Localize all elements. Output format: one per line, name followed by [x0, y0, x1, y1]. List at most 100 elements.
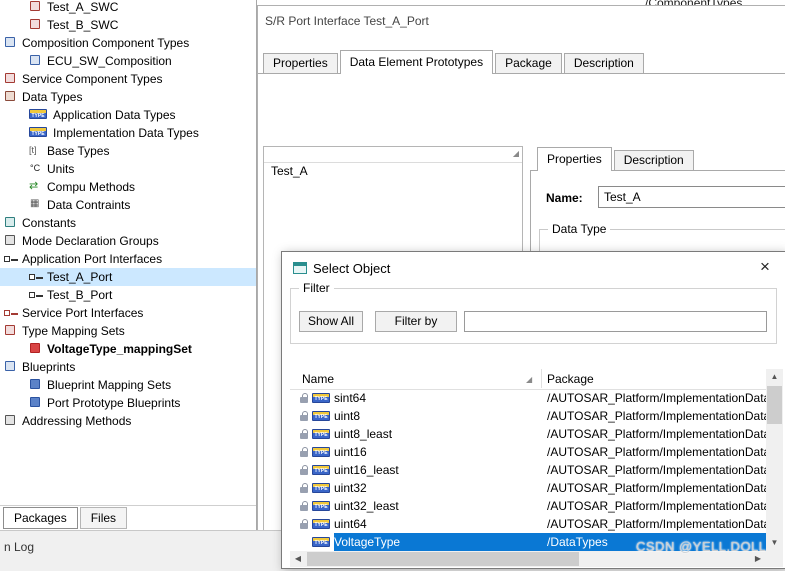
tree-item-units[interactable]: Units: [0, 160, 256, 178]
dialog-form-icon: [293, 262, 307, 274]
type-icon: [312, 429, 330, 439]
tree-item-blueprints[interactable]: Blueprints: [0, 358, 256, 376]
filter-input[interactable]: [464, 311, 767, 332]
swc-icon: [29, 1, 43, 13]
base-types-icon: [29, 145, 43, 157]
tree-item-constants[interactable]: Constants: [0, 214, 256, 232]
mapping-set-icon: [29, 343, 43, 355]
prototype-list-header[interactable]: ◢: [264, 147, 522, 163]
tree-item-ecu-sw-composition[interactable]: ECU_SW_Composition: [0, 52, 256, 70]
watermark: CSDN @YELL.DOLL: [636, 539, 767, 554]
tree-item-compu-methods[interactable]: Compu Methods: [0, 178, 256, 196]
sort-indicator-icon: ◢: [526, 375, 533, 384]
composition-icon: [29, 55, 43, 67]
scroll-down-icon[interactable]: ▼: [766, 535, 783, 551]
filter-group-label: Filter: [299, 281, 334, 295]
detail-tabs: Properties Description: [537, 147, 696, 171]
data-constraints-icon: [29, 198, 43, 211]
filter-by-button[interactable]: Filter by: [375, 311, 457, 332]
object-table-header: Name ◢ Package: [290, 369, 766, 390]
detail-tab-properties[interactable]: Properties: [537, 147, 612, 171]
scroll-up-icon[interactable]: ▲: [766, 369, 783, 385]
data-type-group-label: Data Type: [548, 222, 611, 236]
column-header-package[interactable]: Package: [547, 372, 594, 386]
type-icon: [312, 447, 330, 457]
vertical-scrollbar[interactable]: ▲ ▼: [766, 369, 783, 551]
sort-indicator-icon: ◢: [512, 149, 519, 158]
type-icon: [312, 465, 330, 475]
tree-item-base-types[interactable]: Base Types: [0, 142, 256, 160]
type-icon: [312, 483, 330, 493]
lock-icon: [300, 518, 309, 530]
type-icon: [312, 537, 330, 547]
object-row[interactable]: uint16_least/AUTOSAR_Platform/Implementa…: [290, 461, 766, 479]
object-row[interactable]: uint8_least/AUTOSAR_Platform/Implementat…: [290, 425, 766, 443]
tree-item-voltagetype-mappingset[interactable]: VoltageType_mappingSet: [0, 340, 256, 358]
tree-item-service-component-types[interactable]: Service Component Types: [0, 70, 256, 88]
vertical-scrollbar-thumb[interactable]: [767, 386, 782, 424]
tree-item-application-data-types[interactable]: Application Data Types: [0, 106, 256, 124]
editor-title: S/R Port Interface Test_A_Port: [265, 14, 429, 28]
tab-description[interactable]: Description: [563, 53, 644, 73]
sidebar-bottom-tabs: Packages Files: [3, 507, 128, 529]
column-header-name[interactable]: Name: [302, 372, 334, 386]
implementation-data-types-icon: [29, 127, 49, 139]
tree-item-implementation-data-types[interactable]: Implementation Data Types: [0, 124, 256, 142]
editor-tabs: Properties Data Element Prototypes Packa…: [263, 50, 646, 74]
tree-item-data-types[interactable]: Data Types: [0, 88, 256, 106]
log-panel-label: n Log: [4, 540, 35, 554]
lock-icon: [300, 392, 309, 404]
tab-package[interactable]: Package: [495, 53, 562, 73]
tree-item-test-a-port[interactable]: Test_A_Port: [0, 268, 256, 286]
close-icon[interactable]: ×: [751, 256, 779, 278]
type-icon: [312, 501, 330, 511]
constants-icon: [4, 217, 18, 229]
filter-group: Filter Show All Filter by: [290, 281, 777, 344]
tree-item-port-prototype-blueprints[interactable]: Port Prototype Blueprints: [0, 394, 256, 412]
detail-tab-description[interactable]: Description: [613, 150, 694, 170]
lock-icon: [300, 446, 309, 458]
tree-item-test-a-swc[interactable]: Test_A_SWC: [0, 0, 256, 16]
tab-files[interactable]: Files: [79, 507, 128, 529]
lock-icon: [300, 428, 309, 440]
tree-item-blueprint-mapping-sets[interactable]: Blueprint Mapping Sets: [0, 376, 256, 394]
composition-types-icon: [4, 37, 18, 49]
tree-item-mode-declaration-groups[interactable]: Mode Declaration Groups: [0, 232, 256, 250]
object-row[interactable]: uint64/AUTOSAR_Platform/ImplementationDa…: [290, 515, 766, 533]
port-interface-icon: [29, 289, 43, 301]
select-object-dialog: Select Object × Filter Show All Filter b…: [281, 251, 785, 569]
tree-item-service-port-interfaces[interactable]: Service Port Interfaces: [0, 304, 256, 322]
tab-packages[interactable]: Packages: [3, 507, 78, 529]
units-icon: [29, 163, 43, 175]
tree-item-data-constraints[interactable]: Data Contraints: [0, 196, 256, 214]
type-icon: [312, 411, 330, 421]
scroll-left-icon[interactable]: ◀: [290, 551, 306, 567]
tree-item-composition-component-types[interactable]: Composition Component Types: [0, 34, 256, 52]
tab-properties[interactable]: Properties: [263, 53, 338, 73]
object-row[interactable]: uint32/AUTOSAR_Platform/ImplementationDa…: [290, 479, 766, 497]
show-all-button[interactable]: Show All: [299, 311, 363, 332]
name-label: Name:: [546, 191, 583, 205]
tree-item-application-port-interfaces[interactable]: Application Port Interfaces: [0, 250, 256, 268]
compu-methods-icon: [29, 179, 43, 193]
object-row[interactable]: uint8/AUTOSAR_Platform/ImplementationDat…: [290, 407, 766, 425]
prototype-list-item[interactable]: Test_A: [264, 163, 522, 180]
horizontal-scrollbar-thumb[interactable]: [307, 552, 579, 566]
object-table: Name ◢ Package sint64/AUTOSAR_Platform/I…: [290, 369, 766, 551]
object-row[interactable]: uint32_least/AUTOSAR_Platform/Implementa…: [290, 497, 766, 515]
object-row[interactable]: uint16/AUTOSAR_Platform/ImplementationDa…: [290, 443, 766, 461]
name-field[interactable]: [598, 186, 785, 208]
object-row[interactable]: sint64/AUTOSAR_Platform/ImplementationDa…: [290, 389, 766, 407]
tab-data-element-prototypes[interactable]: Data Element Prototypes: [339, 50, 494, 74]
tree-item-test-b-swc[interactable]: Test_B_SWC: [0, 16, 256, 34]
tree-item-test-b-port[interactable]: Test_B_Port: [0, 286, 256, 304]
lock-icon: [300, 464, 309, 476]
package-tree: Test_A_SWC Test_B_SWC Composition Compon…: [0, 0, 256, 430]
application-data-types-icon: [29, 109, 49, 121]
tree-item-addressing-methods[interactable]: Addressing Methods: [0, 412, 256, 430]
tree-item-type-mapping-sets[interactable]: Type Mapping Sets: [0, 322, 256, 340]
addressing-methods-icon: [4, 415, 18, 427]
dialog-title: Select Object: [313, 261, 391, 276]
column-divider[interactable]: [541, 369, 542, 388]
scrollbar-corner: [766, 551, 783, 567]
